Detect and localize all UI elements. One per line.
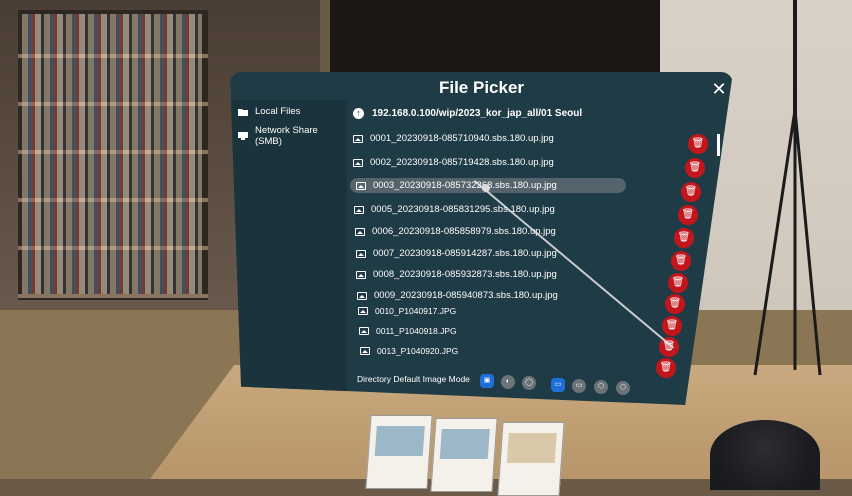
- trash-icon[interactable]: 🗑: [681, 182, 701, 202]
- file-name: 0010_P1040917.JPG: [375, 306, 457, 316]
- image-file-icon: [359, 327, 369, 335]
- network-drive-icon: [238, 132, 248, 140]
- tripod: [753, 0, 822, 376]
- trash-icon[interactable]: 🗑: [671, 251, 691, 271]
- image-file-icon: [357, 291, 367, 300]
- image-file-icon: [358, 307, 368, 315]
- mode-mono-icon[interactable]: ▭: [551, 378, 565, 392]
- vr-controller: [710, 420, 820, 490]
- trash-icon[interactable]: 🗑: [665, 294, 685, 314]
- pointer-cursor: [482, 184, 490, 192]
- file-item[interactable]: 0001_20230918-085710940.sbs.180.up.jpg: [353, 133, 554, 144]
- file-name: 0001_20230918-085710940.sbs.180.up.jpg: [370, 133, 554, 144]
- current-path: 192.168.0.100/wip/2023_kor_jap_all/01 Se…: [372, 108, 583, 119]
- file-item[interactable]: 0002_20230918-085719428.sbs.180.up.jpg: [353, 157, 554, 168]
- mode-180-icon[interactable]: ◐: [501, 375, 515, 389]
- file-item[interactable]: 0005_20230918-085831295.sbs.180.up.jpg: [354, 204, 555, 215]
- current-path-row[interactable]: ↑ 192.168.0.100/wip/2023_kor_jap_all/01 …: [353, 108, 582, 119]
- file-item[interactable]: 0011_P1040918.JPG: [359, 326, 457, 336]
- folder-icon: [238, 108, 248, 116]
- trash-icon[interactable]: 🗑: [659, 337, 679, 357]
- file-item[interactable]: 0013_P1040920.JPG: [360, 346, 458, 356]
- trash-icon[interactable]: 🗑: [688, 134, 708, 154]
- file-name: 0011_P1040918.JPG: [376, 326, 457, 336]
- sidebar-item-local-files[interactable]: Local Files: [238, 106, 300, 117]
- file-name: 0009_20230918-085940873.sbs.180.up.jpg: [374, 290, 558, 301]
- image-file-icon: [354, 205, 364, 214]
- mode-sbs-icon[interactable]: ▭: [572, 379, 586, 393]
- file-item[interactable]: 0006_20230918-085858979.sbs.180.up.jpg: [355, 226, 556, 237]
- trash-icon[interactable]: 🗑: [674, 228, 694, 248]
- image-file-icon: [353, 134, 363, 143]
- image-mode-label: Directory Default Image Mode: [357, 374, 470, 384]
- image-file-icon: [355, 227, 365, 236]
- mode-360-icon[interactable]: ◯: [522, 376, 536, 390]
- sidebar-item-network-share[interactable]: Network Share (SMB): [238, 125, 347, 147]
- image-file-icon: [356, 181, 366, 190]
- room-curtain: [330, 0, 670, 80]
- file-item[interactable]: 0008_20230918-085932873.sbs.180.up.jpg: [356, 269, 557, 280]
- file-name: 0008_20230918-085932873.sbs.180.up.jpg: [373, 269, 557, 280]
- trash-icon[interactable]: 🗑: [662, 316, 682, 336]
- image-file-icon: [356, 270, 366, 279]
- file-item[interactable]: 0009_20230918-085940873.sbs.180.up.jpg: [357, 290, 558, 301]
- up-arrow-icon[interactable]: ↑: [353, 108, 364, 119]
- table-card: [497, 422, 565, 496]
- mode-cube-alt-icon[interactable]: ⬡: [616, 381, 630, 395]
- bookshelf-books: [22, 14, 202, 294]
- file-item[interactable]: 0007_20230918-085914287.sbs.180.up.jpg: [356, 248, 557, 259]
- file-item[interactable]: 0010_P1040917.JPG: [358, 306, 456, 316]
- trash-icon[interactable]: 🗑: [678, 205, 698, 225]
- trash-icon[interactable]: 🗑: [685, 158, 705, 178]
- scrollbar-thumb[interactable]: [717, 134, 720, 156]
- table-card: [365, 415, 433, 489]
- file-name: 0003_20230918-085732268.sbs.180.up.jpg: [373, 180, 557, 191]
- table-card: [430, 418, 498, 492]
- mode-flat-icon[interactable]: ▣: [480, 374, 494, 388]
- sidebar-item-label: Local Files: [255, 106, 301, 117]
- file-name: 0013_P1040920.JPG: [377, 346, 459, 356]
- trash-icon[interactable]: 🗑: [656, 358, 676, 378]
- window-title: File Picker: [438, 78, 525, 97]
- file-name: 0006_20230918-085858979.sbs.180.up.jpg: [372, 226, 556, 237]
- sidebar: Local Files Network Share (SMB): [230, 100, 347, 405]
- image-file-icon: [360, 347, 370, 355]
- file-name: 0005_20230918-085831295.sbs.180.up.jpg: [371, 204, 555, 215]
- sidebar-item-label: Network Share (SMB): [254, 125, 318, 147]
- close-button[interactable]: ✕: [710, 80, 728, 98]
- image-file-icon: [353, 158, 363, 167]
- image-file-icon: [356, 249, 366, 258]
- mode-cube-icon[interactable]: ⬡: [594, 380, 608, 394]
- file-name: 0007_20230918-085914287.sbs.180.up.jpg: [373, 248, 557, 259]
- trash-icon[interactable]: 🗑: [668, 273, 688, 293]
- file-name: 0002_20230918-085719428.sbs.180.up.jpg: [370, 157, 554, 168]
- file-picker-panel: File Picker ✕ Local Files Network Share …: [230, 72, 733, 405]
